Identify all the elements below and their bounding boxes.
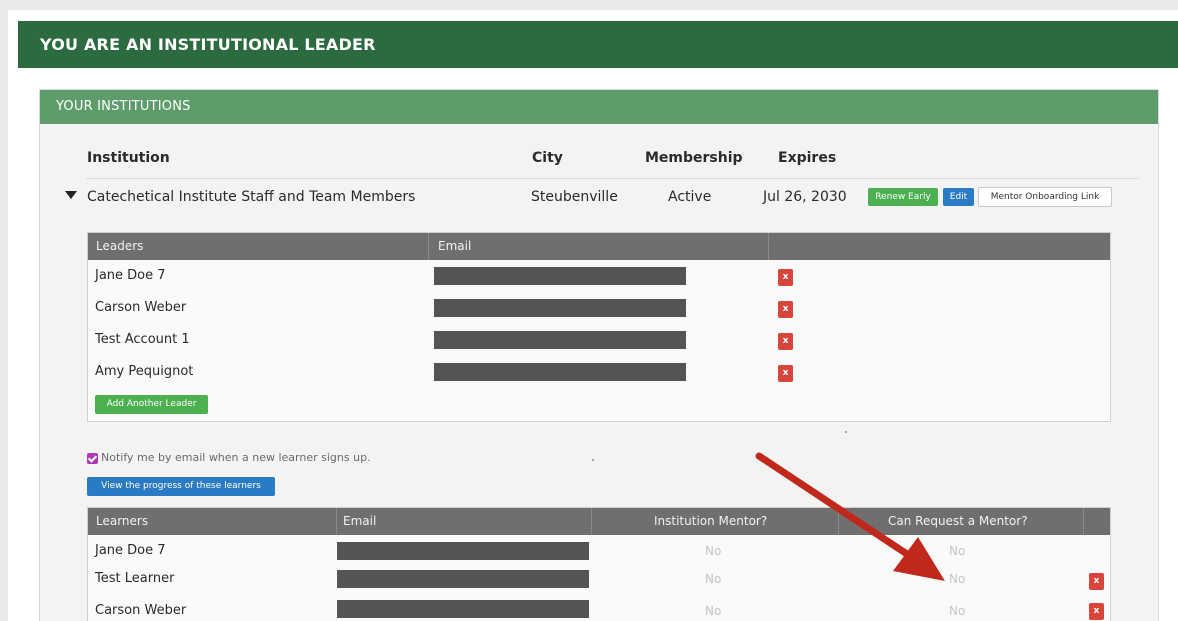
- leaders-table: Leaders Email: [87, 232, 1111, 422]
- learners-email-header: Email: [343, 514, 377, 528]
- column-divider: [1083, 508, 1084, 535]
- institutions-panel-header: YOUR INSTITUTIONS: [40, 90, 1158, 124]
- caret-down-icon[interactable]: [65, 191, 77, 199]
- add-another-leader-button[interactable]: Add Another Leader: [95, 395, 208, 414]
- remove-leader-button[interactable]: x: [778, 365, 793, 382]
- learner-name: Test Learner: [95, 571, 175, 586]
- redacted-email: [434, 267, 686, 285]
- page: YOU ARE AN INSTITUTIONAL LEADER YOUR INS…: [8, 10, 1178, 621]
- institution-mentor-value: No: [705, 604, 722, 618]
- stray-dot: [845, 431, 847, 433]
- header-divider: [86, 178, 1139, 179]
- column-divider: [336, 508, 337, 535]
- column-divider: [591, 508, 592, 535]
- notify-label: Notify me by email when a new learner si…: [101, 451, 371, 464]
- stray-dot: [592, 459, 594, 461]
- can-request-mentor-header: Can Request a Mentor?: [888, 514, 1028, 528]
- can-request-mentor-value[interactable]: No: [949, 572, 965, 586]
- can-request-mentor-value[interactable]: No: [949, 604, 965, 618]
- institution-expires: Jul 26, 2030: [763, 189, 847, 205]
- col-header-city: City: [532, 150, 563, 166]
- institution-mentor-value: No: [705, 572, 722, 586]
- remove-leader-button[interactable]: x: [778, 333, 793, 350]
- redacted-email: [434, 299, 686, 317]
- remove-learner-button[interactable]: x: [1089, 603, 1104, 620]
- institution-mentor-value: No: [705, 544, 722, 558]
- learner-name: Carson Weber: [95, 603, 187, 618]
- leaders-email-header: Email: [438, 239, 472, 253]
- remove-leader-button[interactable]: x: [778, 269, 793, 286]
- col-header-expires: Expires: [778, 150, 837, 166]
- banner-title: YOU ARE AN INSTITUTIONAL LEADER: [40, 35, 376, 54]
- notify-checkbox[interactable]: [87, 453, 98, 464]
- learners-table-header: Learners Email Institution Mentor? Can R…: [88, 508, 1110, 535]
- view-progress-button[interactable]: View the progress of these learners: [87, 477, 275, 496]
- institutions-panel-title: YOUR INSTITUTIONS: [56, 99, 191, 114]
- redacted-email: [337, 600, 589, 618]
- learners-header-label: Learners: [96, 514, 149, 528]
- redacted-email: [434, 363, 686, 381]
- institutional-leader-banner: YOU ARE AN INSTITUTIONAL LEADER: [18, 21, 1178, 68]
- institution-city: Steubenville: [531, 189, 618, 205]
- institution-name: Catechetical Institute Staff and Team Me…: [87, 189, 416, 205]
- leader-name: Carson Weber: [95, 300, 187, 315]
- column-divider: [428, 233, 429, 260]
- leader-name: Test Account 1: [95, 332, 190, 347]
- can-request-mentor-value[interactable]: No: [949, 544, 965, 558]
- redacted-email: [337, 542, 589, 560]
- learner-name: Jane Doe 7: [95, 543, 166, 558]
- institution-mentor-header: Institution Mentor?: [654, 514, 768, 528]
- redacted-email: [434, 331, 686, 349]
- col-header-membership: Membership: [645, 150, 743, 166]
- leader-name: Amy Pequignot: [95, 364, 194, 379]
- column-divider: [768, 233, 769, 260]
- remove-learner-button[interactable]: x: [1089, 573, 1104, 590]
- column-divider: [838, 508, 839, 535]
- leaders-header-label: Leaders: [96, 239, 144, 253]
- institution-membership: Active: [668, 189, 712, 205]
- col-header-institution: Institution: [87, 150, 170, 166]
- mentor-onboarding-link-button[interactable]: Mentor Onboarding Link: [978, 187, 1112, 207]
- leaders-table-header: Leaders Email: [88, 233, 1110, 260]
- edit-button[interactable]: Edit: [943, 188, 974, 206]
- remove-leader-button[interactable]: x: [778, 301, 793, 318]
- leader-name: Jane Doe 7: [95, 268, 166, 283]
- redacted-email: [337, 570, 589, 588]
- renew-early-button[interactable]: Renew Early: [868, 188, 938, 206]
